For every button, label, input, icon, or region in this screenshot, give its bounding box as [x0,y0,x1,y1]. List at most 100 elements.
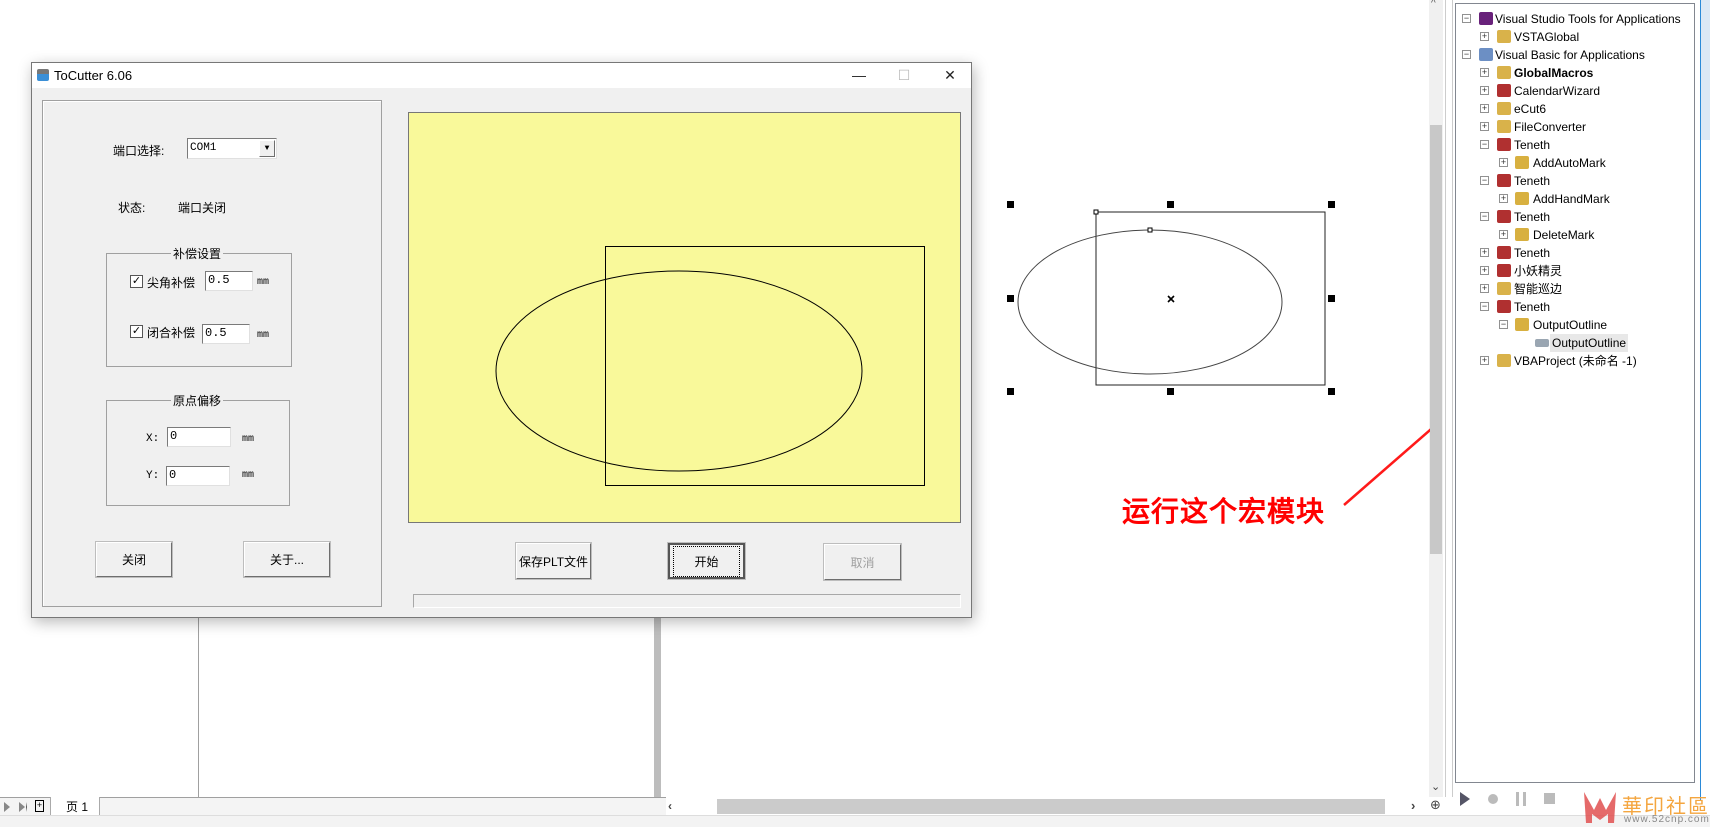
preview-background [409,113,960,522]
tree-item[interactable]: + AddAutoMark [1456,154,1694,172]
expand-icon[interactable]: + [1480,248,1489,257]
node [1147,227,1153,233]
tree-item-label: Teneth [1514,210,1551,224]
tree-item-label: OutputOutline [1533,318,1608,332]
tree-item[interactable]: + CalendarWizard [1456,82,1694,100]
tree-item-label: GlobalMacros [1514,66,1594,80]
close-comp-unit: mm [257,330,270,341]
last-page-icon[interactable] [19,802,27,812]
tree-item[interactable]: + AddHandMark [1456,190,1694,208]
minimize-button[interactable]: — [837,63,881,88]
expand-icon[interactable]: + [1480,122,1489,131]
close-button[interactable]: 关闭 [95,541,173,578]
tree-item[interactable]: + 智能巡边 [1456,280,1694,298]
cancel-button[interactable]: 取消 [823,543,902,581]
corner-comp-unit: mm [257,277,270,288]
close-window-button[interactable]: ✕ [928,63,972,88]
center-mark-icon [1167,295,1175,303]
expand-icon[interactable]: + [1480,68,1489,77]
tree-item[interactable]: − Teneth [1456,208,1694,226]
module-icon [1515,228,1529,241]
about-button[interactable]: 关于... [243,541,331,578]
tree-item[interactable]: − Teneth [1456,136,1694,154]
tree-item[interactable]: − Visual Basic for Applications [1456,46,1694,64]
run-macro-button[interactable] [1460,792,1470,806]
lock-icon [1497,246,1511,259]
page-tab[interactable]: 页 1 [50,797,100,815]
collapse-icon[interactable]: − [1480,140,1489,149]
origin-offset-group-title: 原点偏移 [171,392,224,409]
record-button[interactable] [1488,794,1498,804]
maximize-button[interactable]: ☐ [882,63,926,88]
tree-item-label: eCut6 [1514,102,1547,116]
expand-icon[interactable]: + [1480,266,1489,275]
preview-canvas [408,112,961,523]
zoom-icon[interactable]: ⊕ [1430,797,1441,813]
module-icon [1515,192,1529,205]
scroll-down-icon[interactable]: ⌄ [1431,780,1440,793]
lock-icon [1497,174,1511,187]
chevron-down-icon[interactable]: ▼ [259,140,275,157]
tree-item[interactable]: + Teneth [1456,244,1694,262]
pause-button[interactable] [1516,792,1526,806]
tree-item[interactable]: + GlobalMacros [1456,64,1694,82]
tree-item[interactable]: + 小妖精灵 [1456,262,1694,280]
tree-item-label: Teneth [1514,174,1551,188]
tree-item[interactable]: + eCut6 [1456,100,1694,118]
y-offset-input[interactable]: 0 [166,466,230,486]
macro-icon [1535,339,1549,347]
tree-item[interactable]: − OutputOutline [1456,316,1694,334]
expand-icon[interactable]: + [1499,158,1508,167]
lock-icon [1497,264,1511,277]
corner-comp-input[interactable]: 0.5 [205,271,253,291]
expand-icon[interactable]: + [1480,104,1489,113]
add-page-icon[interactable]: + [35,800,44,812]
lock-icon [1497,84,1511,97]
compensation-group-title: 补偿设置 [171,245,224,262]
close-comp-label: 闭合补偿 [147,326,196,340]
expand-icon[interactable]: + [1480,356,1489,365]
tree-item[interactable]: − Teneth [1456,298,1694,316]
expand-icon[interactable]: + [1480,86,1489,95]
stop-button[interactable] [1544,793,1555,804]
expand-icon[interactable]: + [1480,32,1489,41]
expand-icon[interactable]: + [1480,284,1489,293]
close-comp-input[interactable]: 0.5 [202,324,250,344]
collapse-icon[interactable]: − [1480,212,1489,221]
collapse-icon[interactable]: − [1462,14,1471,23]
macro-tree[interactable]: − Visual Studio Tools for Applications + VS… [1455,3,1695,783]
close-comp-checkbox[interactable]: ✓ [130,325,143,338]
collapse-icon[interactable]: − [1480,176,1489,185]
expand-icon[interactable]: + [1499,230,1508,239]
tree-item-label: AddHandMark [1533,192,1610,206]
hscroll-right-icon[interactable]: › [1411,798,1415,813]
canvas-vscrollbar[interactable]: ^ ⌄ [1429,0,1443,797]
tree-item[interactable]: + VSTAGlobal [1456,28,1694,46]
collapse-icon[interactable]: − [1462,50,1471,59]
corner-comp-checkbox[interactable]: ✓ [130,275,143,288]
x-offset-input[interactable]: 0 [167,427,231,447]
port-select[interactable]: COM1 ▼ [187,138,277,159]
save-plt-button[interactable]: 保存PLT文件 [515,542,592,580]
hscroll-thumb[interactable] [717,799,1385,814]
hscroll-left-icon[interactable]: ‹ [668,799,682,815]
far-right-tab[interactable] [1700,0,1710,140]
next-page-icon[interactable] [4,802,10,812]
tree-item[interactable]: − Visual Studio Tools for Applications [1456,10,1694,28]
tree-item[interactable]: − Teneth [1456,172,1694,190]
panel-divider [1445,0,1453,797]
collapse-icon[interactable]: − [1499,320,1508,329]
scroll-thumb[interactable] [1430,125,1442,554]
tree-item[interactable]: OutputOutline [1456,334,1694,352]
tree-item[interactable]: + DeleteMark [1456,226,1694,244]
start-button[interactable]: 开始 [667,542,746,580]
port-label: 端口选择: [113,144,165,158]
expand-icon[interactable]: + [1499,194,1508,203]
tree-item[interactable]: + VBAProject (未命名 -1) [1456,352,1694,370]
title-bar[interactable]: ToCutter 6.06 — ☐ ✕ [32,63,971,88]
start-label: 开始 [673,545,740,577]
tree-item[interactable]: + FileConverter [1456,118,1694,136]
proj-icon [1497,282,1511,295]
collapse-icon[interactable]: − [1480,302,1489,311]
scroll-up-icon[interactable]: ^ [1431,0,1436,9]
